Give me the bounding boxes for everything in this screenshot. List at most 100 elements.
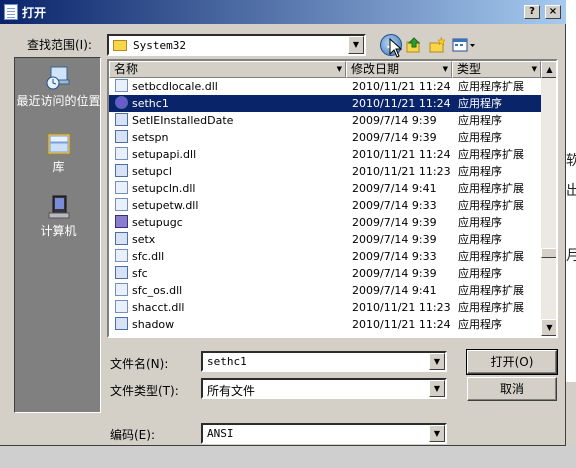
file-name: shacct.dll bbox=[132, 301, 185, 314]
file-date: 2009/7/14 9:33 bbox=[352, 250, 437, 263]
title-bar[interactable]: 打开 ? × bbox=[0, 0, 566, 24]
column-header-name[interactable]: 名称 ▼ bbox=[109, 61, 346, 78]
file-name: SetIEInstalledDate bbox=[132, 114, 234, 127]
file-type: 应用程序 bbox=[458, 318, 502, 331]
column-header-type[interactable]: 类型 ▼ bbox=[452, 61, 541, 78]
file-rows: setbcdlocale.dll 2010/11/21 11:24 应用程序扩展… bbox=[109, 78, 541, 333]
libraries-icon bbox=[47, 133, 70, 155]
file-type: 应用程序扩展 bbox=[458, 148, 524, 161]
filetype-select[interactable]: 所有文件 ▼ bbox=[201, 378, 447, 399]
file-date: 2010/11/21 11:23 bbox=[352, 165, 451, 178]
exe-icon bbox=[115, 164, 128, 177]
lookin-combo[interactable]: System32 ▼ bbox=[107, 34, 366, 56]
file-name: sethc1 bbox=[132, 97, 169, 110]
file-row[interactable]: sfc.dll 2009/7/14 9:33 应用程序扩展 bbox=[109, 248, 541, 265]
filename-label: 文件名(N): bbox=[110, 357, 169, 371]
file-name: sfc.dll bbox=[132, 250, 165, 263]
file-type: 应用程序扩展 bbox=[458, 199, 524, 212]
up-folder-button[interactable] bbox=[404, 34, 424, 56]
close-button[interactable]: × bbox=[545, 5, 561, 19]
file-date: 2009/7/14 9:41 bbox=[352, 284, 437, 297]
column-label: 类型 bbox=[457, 62, 482, 76]
dll-icon bbox=[115, 79, 128, 92]
encoding-label: 编码(E): bbox=[110, 428, 155, 442]
file-name: setbcdlocale.dll bbox=[132, 80, 218, 93]
encoding-select[interactable]: ANSI ▼ bbox=[201, 423, 447, 444]
file-row[interactable]: shadow 2010/11/21 11:24 应用程序 bbox=[109, 316, 541, 333]
file-date: 2009/7/14 9:39 bbox=[352, 233, 437, 246]
chevron-down-icon[interactable]: ▼ bbox=[429, 380, 445, 397]
chevron-down-icon[interactable]: ▼ bbox=[429, 353, 445, 370]
file-date: 2009/7/14 9:39 bbox=[352, 216, 437, 229]
exe-icon bbox=[115, 113, 128, 126]
file-type: 应用程序扩展 bbox=[458, 284, 524, 297]
file-name: sfc_os.dll bbox=[132, 284, 183, 297]
filename-input[interactable]: sethc1 ▼ bbox=[201, 351, 447, 372]
file-row[interactable]: setupapi.dll 2010/11/21 11:24 应用程序扩展 bbox=[109, 146, 541, 163]
place-computer[interactable]: 计算机 bbox=[15, 194, 102, 238]
dll-icon bbox=[115, 249, 128, 262]
lookin-label: 查找范围(I): bbox=[27, 38, 92, 52]
notepad-icon bbox=[4, 4, 18, 20]
file-row[interactable]: setupugc 2009/7/14 9:39 应用程序 bbox=[109, 214, 541, 231]
place-recent[interactable]: 最近访问的位置 bbox=[15, 64, 102, 108]
file-date: 2010/11/21 11:24 bbox=[352, 148, 451, 161]
chevron-down-icon[interactable]: ▼ bbox=[443, 62, 448, 77]
file-name: setupugc bbox=[132, 216, 183, 229]
scroll-down-button[interactable]: ▼ bbox=[541, 319, 556, 336]
chevron-down-icon[interactable]: ▼ bbox=[429, 425, 445, 442]
file-type: 应用程序扩展 bbox=[458, 80, 524, 93]
file-row[interactable]: setupcl 2010/11/21 11:23 应用程序 bbox=[109, 163, 541, 180]
file-type: 应用程序 bbox=[458, 267, 502, 280]
file-row[interactable]: sfc_os.dll 2009/7/14 9:41 应用程序扩展 bbox=[109, 282, 541, 299]
file-row[interactable]: setupcln.dll 2009/7/14 9:41 应用程序扩展 bbox=[109, 180, 541, 197]
dialog-title: 打开 bbox=[22, 6, 47, 20]
background-panel bbox=[566, 382, 576, 446]
file-name: setupcln.dll bbox=[132, 182, 196, 195]
computer-icon bbox=[48, 195, 69, 219]
open-file-dialog: 打开 ? × 查找范围(I): System32 ▼ ◀ bbox=[0, 0, 566, 446]
exe-icon bbox=[115, 130, 128, 143]
file-date: 2009/7/14 9:33 bbox=[352, 199, 437, 212]
chevron-down-icon[interactable]: ▼ bbox=[348, 36, 364, 54]
file-row[interactable]: setbcdlocale.dll 2010/11/21 11:24 应用程序扩展 bbox=[109, 78, 541, 95]
file-row[interactable]: setupetw.dll 2009/7/14 9:33 应用程序扩展 bbox=[109, 197, 541, 214]
vertical-scrollbar[interactable]: ▲ ▼ bbox=[541, 61, 556, 336]
file-row-selected[interactable]: sethc1 2010/11/21 11:24 应用程序 bbox=[109, 95, 541, 112]
exe-icon bbox=[115, 266, 128, 279]
new-folder-button[interactable] bbox=[427, 34, 447, 56]
open-button[interactable]: 打开(O) bbox=[466, 349, 558, 375]
file-row[interactable]: setspn 2009/7/14 9:39 应用程序 bbox=[109, 129, 541, 146]
setup-icon bbox=[115, 215, 128, 228]
file-date: 2009/7/14 9:39 bbox=[352, 131, 437, 144]
filetype-value: 所有文件 bbox=[207, 384, 256, 398]
lookin-value: System32 bbox=[133, 39, 186, 52]
file-list[interactable]: 名称 ▼ 修改日期 ▼ 类型 ▼ setbcdlocale.dll 2010/1… bbox=[107, 59, 558, 338]
file-name: setupapi.dll bbox=[132, 148, 197, 161]
place-libraries[interactable]: 库 bbox=[15, 130, 102, 174]
file-row[interactable]: SetIEInstalledDate 2009/7/14 9:39 应用程序 bbox=[109, 112, 541, 129]
column-label: 名称 bbox=[114, 62, 139, 76]
file-type: 应用程序 bbox=[458, 114, 502, 127]
file-type: 应用程序 bbox=[458, 216, 502, 229]
chevron-down-icon[interactable]: ▼ bbox=[337, 62, 342, 77]
views-menu-button[interactable] bbox=[451, 34, 477, 56]
help-button[interactable]: ? bbox=[524, 5, 540, 19]
scrollbar-thumb[interactable] bbox=[541, 248, 556, 258]
background-text: 软 bbox=[566, 153, 576, 169]
file-row[interactable]: setx 2009/7/14 9:39 应用程序 bbox=[109, 231, 541, 248]
dll-icon bbox=[115, 147, 128, 160]
file-row[interactable]: sfc 2009/7/14 9:39 应用程序 bbox=[109, 265, 541, 282]
file-row[interactable]: shacct.dll 2010/11/21 11:23 应用程序扩展 bbox=[109, 299, 541, 316]
background-taskbar bbox=[0, 446, 576, 468]
column-header-date[interactable]: 修改日期 ▼ bbox=[346, 61, 452, 78]
place-label: 计算机 bbox=[40, 224, 77, 238]
file-date: 2009/7/14 9:39 bbox=[352, 267, 437, 280]
mouse-cursor-icon bbox=[389, 38, 403, 58]
file-type: 应用程序 bbox=[458, 131, 502, 144]
chevron-down-icon[interactable]: ▼ bbox=[532, 62, 537, 77]
scroll-up-button[interactable]: ▲ bbox=[541, 61, 556, 78]
background-text: 月 bbox=[566, 248, 576, 264]
file-type: 应用程序 bbox=[458, 233, 502, 246]
cancel-button[interactable]: 取消 bbox=[467, 377, 557, 401]
